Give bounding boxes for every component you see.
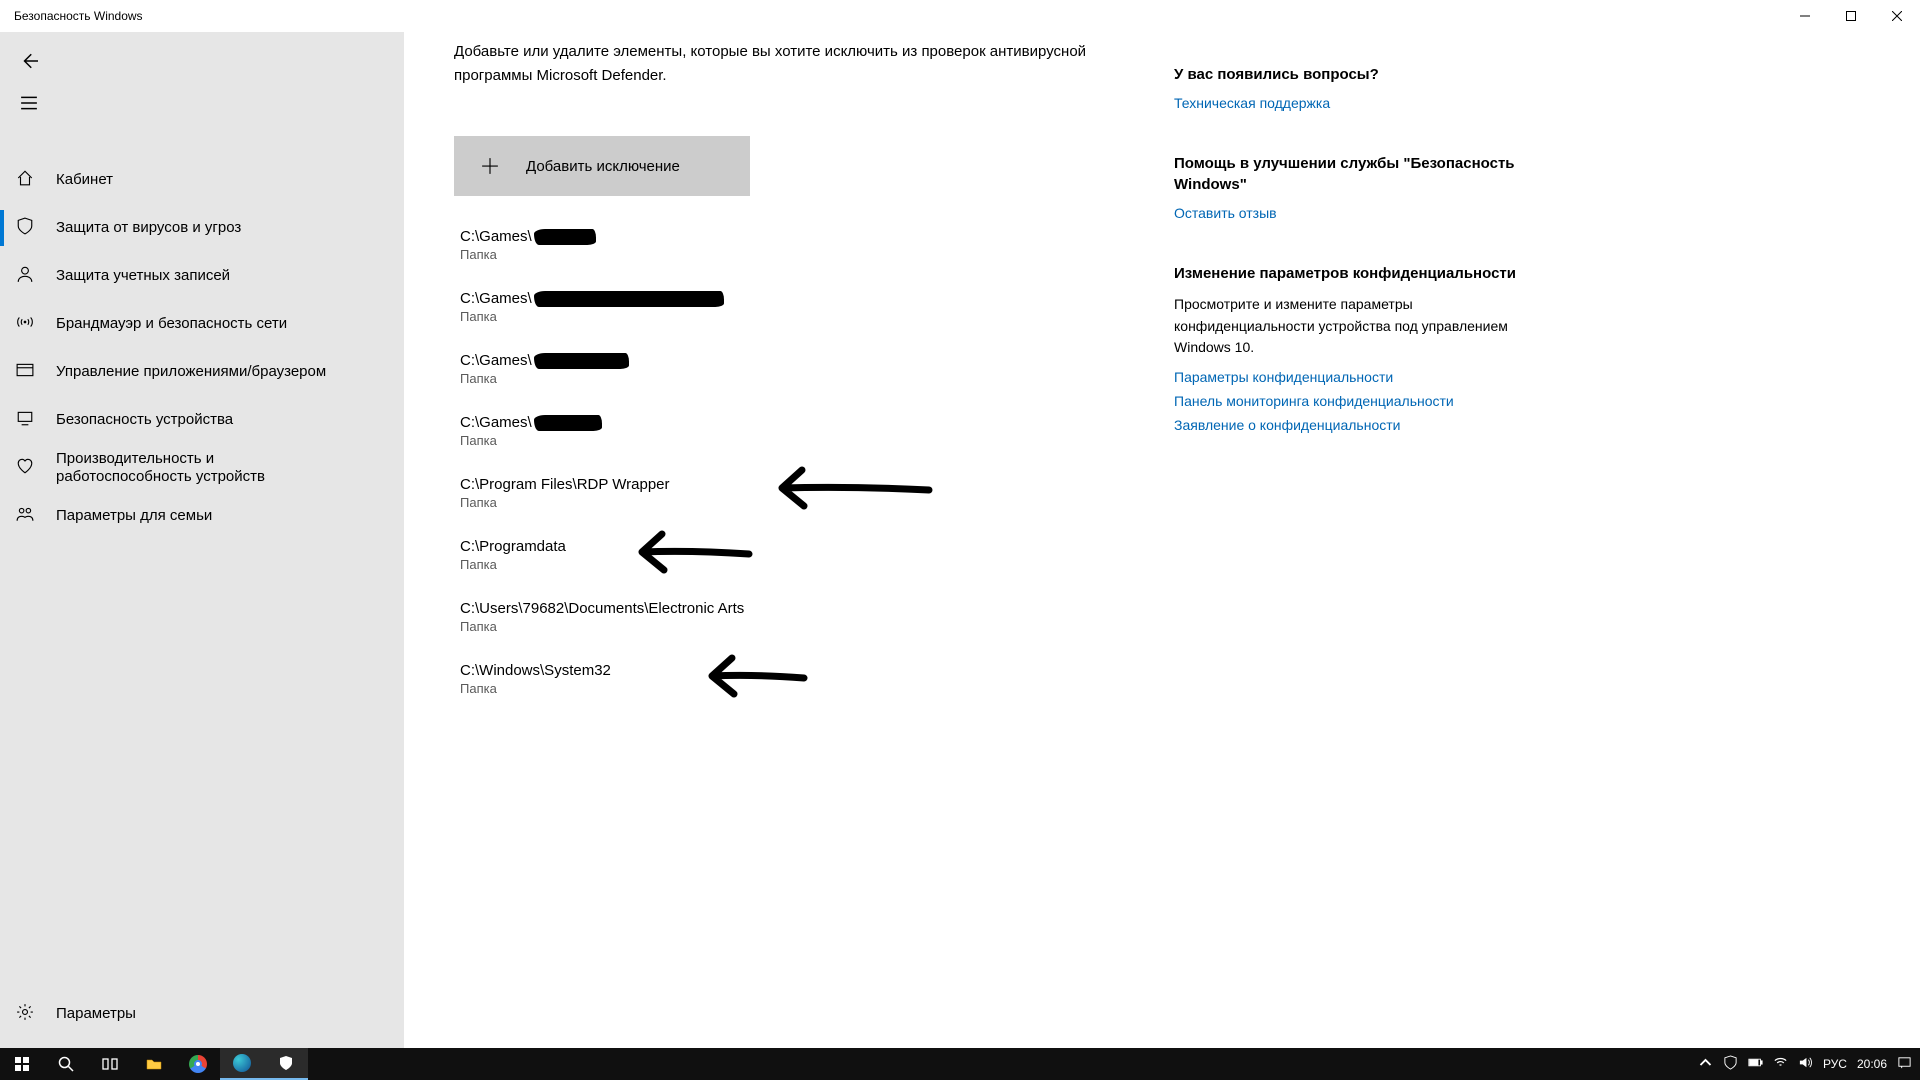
search-button[interactable] — [44, 1048, 88, 1080]
redacted-text — [534, 229, 596, 245]
tray-security-icon[interactable] — [1723, 1055, 1738, 1073]
exclusion-type: Папка — [460, 309, 1144, 324]
privacy-text: Просмотрите и измените параметры конфиде… — [1174, 294, 1544, 359]
sidebar-item-label: Кабинет — [34, 171, 113, 189]
window-title: Безопасность Windows — [0, 9, 143, 23]
minimize-button[interactable] — [1782, 0, 1828, 32]
close-button[interactable] — [1874, 0, 1920, 32]
sidebar-item-label: Защита учетных записей — [34, 267, 230, 285]
exclusion-item[interactable]: C:\Users\79682\Documents\Electronic Arts… — [454, 586, 1144, 648]
exclusion-type: Папка — [460, 433, 1144, 448]
exclusion-item[interactable]: C:\Windows\System32Папка — [454, 648, 1144, 710]
device-icon — [16, 409, 34, 431]
windows-security-taskbar[interactable] — [264, 1048, 308, 1080]
sidebar-item-settings[interactable]: Параметры — [0, 990, 404, 1038]
tray-chevron-icon[interactable] — [1698, 1055, 1713, 1073]
help-heading: Помощь в улучшении службы "Безопасность … — [1174, 153, 1544, 195]
sidebar-item-performance[interactable]: Производительность и работоспособность у… — [0, 444, 404, 492]
redacted-text — [534, 353, 629, 369]
add-exclusion-button[interactable]: Добавить исключение — [454, 136, 750, 196]
broadcast-icon — [16, 313, 34, 335]
exclusion-path: C:\Games\ — [460, 414, 1144, 431]
sidebar-item-app-browser[interactable]: Управление приложениями/браузером — [0, 348, 404, 396]
sidebar-item-home[interactable]: Кабинет — [0, 156, 404, 204]
home-icon — [16, 169, 34, 191]
redacted-text — [534, 291, 724, 307]
annotation-arrow — [694, 646, 809, 706]
tech-support-link[interactable]: Техническая поддержка — [1174, 95, 1544, 111]
sidebar-item-label: Производительность и работоспособность у… — [34, 450, 334, 486]
sidebar-item-firewall[interactable]: Брандмауэр и безопасность сети — [0, 300, 404, 348]
sidebar-item-label: Параметры — [34, 1005, 136, 1023]
taskbar: РУС 20:06 — [0, 1048, 1920, 1080]
tray-battery-icon[interactable] — [1748, 1055, 1763, 1073]
exclusion-type: Папка — [460, 371, 1144, 386]
annotation-arrow — [764, 458, 934, 518]
privacy-dashboard-link[interactable]: Панель мониторинга конфиденциальности — [1174, 393, 1544, 409]
exclusion-item[interactable]: C:\Games\ Папка — [454, 214, 1144, 276]
add-exclusion-label: Добавить исключение — [526, 158, 680, 175]
exclusion-path: C:\Users\79682\Documents\Electronic Arts — [460, 600, 1144, 617]
task-view-button[interactable] — [88, 1048, 132, 1080]
family-icon — [16, 505, 34, 527]
tray-clock[interactable]: 20:06 — [1857, 1057, 1887, 1071]
exclusion-item[interactable]: C:\Games\ Папка — [454, 338, 1144, 400]
annotation-arrow — [624, 522, 754, 582]
sidebar-item-device-security[interactable]: Безопасность устройства — [0, 396, 404, 444]
tray-volume-icon[interactable] — [1798, 1055, 1813, 1073]
right-pane: У вас появились вопросы? Техническая под… — [1174, 40, 1544, 1048]
exclusion-path: C:\Programdata — [460, 538, 1144, 555]
main-area: Добавьте или удалите элементы, которые в… — [404, 32, 1920, 1048]
questions-heading: У вас появились вопросы? — [1174, 64, 1544, 85]
exclusion-item[interactable]: C:\Games\ Папка — [454, 276, 1144, 338]
privacy-settings-link[interactable]: Параметры конфиденциальности — [1174, 369, 1544, 385]
exclusion-path: C:\Games\ — [460, 352, 1144, 369]
titlebar: Безопасность Windows — [0, 0, 1920, 32]
redacted-text — [534, 415, 602, 431]
sidebar-item-family[interactable]: Параметры для семьи — [0, 492, 404, 540]
exclusion-type: Папка — [460, 247, 1144, 262]
content-column: Добавьте или удалите элементы, которые в… — [404, 40, 1174, 1048]
start-button[interactable] — [0, 1048, 44, 1080]
sidebar-item-label: Защита от вирусов и угроз — [34, 219, 241, 237]
sidebar-item-account-protection[interactable]: Защита учетных записей — [0, 252, 404, 300]
sidebar-item-label: Параметры для семьи — [34, 507, 212, 525]
sidebar-item-label: Управление приложениями/браузером — [34, 363, 326, 381]
privacy-statement-link[interactable]: Заявление о конфиденциальности — [1174, 417, 1544, 433]
menu-button[interactable] — [0, 82, 404, 124]
sidebar-item-label: Брандмауэр и безопасность сети — [34, 315, 287, 333]
exclusion-item[interactable]: C:\Programdata Папка — [454, 524, 1144, 586]
tray-notifications-icon[interactable] — [1897, 1055, 1912, 1073]
app-browser-icon — [16, 361, 34, 383]
sidebar-item-virus-protection[interactable]: Защита от вирусов и угроз — [0, 204, 404, 252]
back-button[interactable] — [0, 40, 404, 82]
sidebar-item-label: Безопасность устройства — [34, 411, 233, 429]
system-tray[interactable]: РУС 20:06 — [1698, 1055, 1920, 1073]
sidebar: Кабинет Защита от вирусов и угроз Защита… — [0, 32, 404, 1048]
exclusion-type: Папка — [460, 619, 1144, 634]
gear-icon — [16, 1003, 34, 1025]
file-explorer-taskbar[interactable] — [132, 1048, 176, 1080]
heart-icon — [16, 457, 34, 479]
exclusion-item[interactable]: C:\Program Files\RDP WrapperПапка — [454, 462, 1144, 524]
person-icon — [16, 265, 34, 287]
edge-taskbar[interactable] — [220, 1048, 264, 1080]
tray-language[interactable]: РУС — [1823, 1057, 1847, 1071]
exclusion-type: Папка — [460, 557, 1144, 572]
privacy-heading: Изменение параметров конфиденциальности — [1174, 263, 1544, 284]
maximize-button[interactable] — [1828, 0, 1874, 32]
tray-wifi-icon[interactable] — [1773, 1055, 1788, 1073]
feedback-link[interactable]: Оставить отзыв — [1174, 205, 1544, 221]
exclusion-path: C:\Games\ — [460, 290, 1144, 307]
exclusion-item[interactable]: C:\Games\ Папка — [454, 400, 1144, 462]
shield-icon — [16, 217, 34, 239]
page-description: Добавьте или удалите элементы, которые в… — [454, 40, 1144, 88]
plus-icon — [454, 157, 526, 175]
chrome-taskbar[interactable] — [176, 1048, 220, 1080]
exclusion-path: C:\Games\ — [460, 228, 1144, 245]
